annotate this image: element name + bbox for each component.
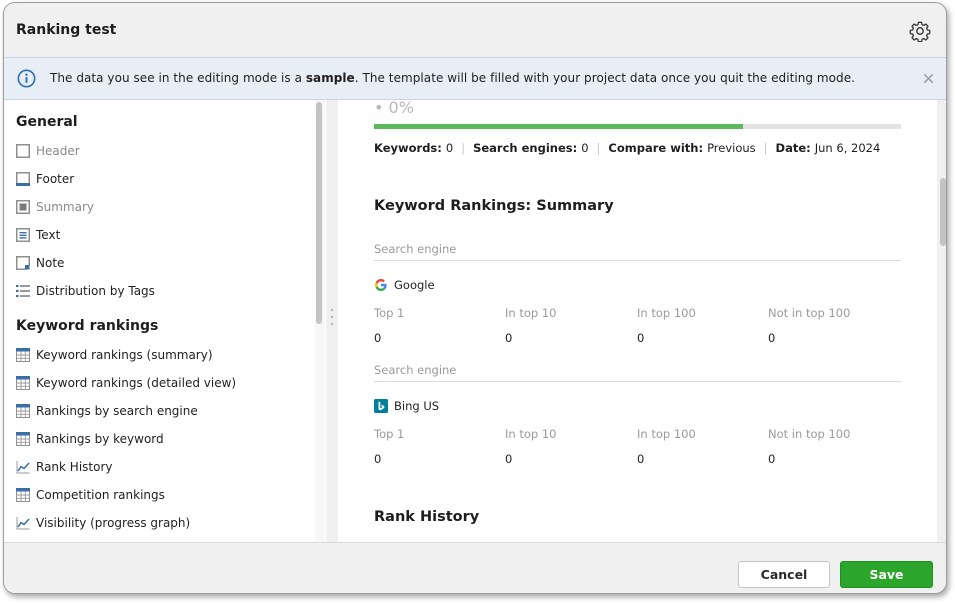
dialog-footer: Cancel Save: [4, 542, 946, 593]
report-meta: Keywords: 0 | Search engines: 0 | Compare …: [374, 141, 881, 155]
cell-value: 0: [768, 452, 776, 466]
rank-history-section-title: Rank History: [374, 509, 480, 525]
bing-logo-icon: [374, 399, 388, 413]
sidebar-item-label: Competition rankings: [36, 488, 165, 502]
line-chart-icon: [16, 517, 30, 530]
preview-content: • 0% Keywords: 0 | Search engines: 0 | Com…: [338, 100, 937, 542]
close-icon[interactable]: [920, 70, 937, 87]
dialog-window: Ranking test The data you see in the edi…: [3, 2, 947, 594]
note-icon: [16, 256, 30, 270]
save-button[interactable]: Save: [840, 561, 933, 588]
content-scrollbar-thumb[interactable]: [940, 178, 946, 246]
header-box-icon: [16, 144, 30, 158]
content-scrollbar-track[interactable]: [937, 100, 946, 542]
progress-bar-fill: [374, 124, 743, 129]
cell-value: 0: [505, 331, 513, 345]
gear-icon[interactable]: [909, 20, 931, 42]
sidebar-item-rankings-by-search-engine[interactable]: Rankings by search engine: [16, 401, 311, 421]
table-icon: [16, 348, 30, 362]
column-header: Not in top 100: [768, 427, 851, 441]
column-header: In top 100: [637, 427, 696, 441]
engine-bing: Bing US: [374, 399, 439, 413]
table-icon: [16, 404, 30, 418]
column-header: In top 10: [505, 427, 557, 441]
sidebar-item-label: Rankings by search engine: [36, 404, 198, 418]
sidebar-item-rankings-by-keyword[interactable]: Rankings by keyword: [16, 429, 311, 449]
cell-value: 0: [768, 331, 776, 345]
sidebar-item-keyword-rankings-detailed[interactable]: Keyword rankings (detailed view): [16, 373, 311, 393]
progress-percent: • 0%: [374, 100, 414, 117]
banner-message: The data you see in the editing mode is …: [50, 71, 856, 85]
footer-box-icon: [16, 172, 30, 186]
sidebar-item-label: Summary: [36, 200, 94, 214]
column-header: In top 10: [505, 306, 557, 320]
table-icon: [16, 432, 30, 446]
title-bar: Ranking test: [4, 3, 946, 57]
search-engine-header: Search engine: [374, 242, 457, 256]
engine-google: Google: [374, 278, 435, 292]
sidebar-item-label: Rankings by keyword: [36, 432, 164, 446]
cancel-button[interactable]: Cancel: [738, 561, 830, 588]
cell-value: 0: [637, 452, 645, 466]
sidebar-item-keyword-rankings-summary[interactable]: Keyword rankings (summary): [16, 345, 311, 365]
info-banner: The data you see in the editing mode is …: [4, 57, 946, 100]
column-header: Top 1: [374, 427, 405, 441]
sidebar-item-label: Header: [36, 144, 80, 158]
sidebar-item-note[interactable]: Note: [16, 253, 311, 273]
sidebar-item-label: Text: [36, 228, 61, 242]
section-title-keyword-rankings: Keyword rankings: [16, 318, 159, 334]
sidebar-item-label: Keyword rankings (summary): [36, 348, 213, 362]
sidebar-item-distribution-by-tags[interactable]: Distribution by Tags: [16, 281, 311, 301]
sidebar-item-rank-history[interactable]: Rank History: [16, 457, 311, 477]
section-title-general: General: [16, 114, 78, 130]
cell-value: 0: [374, 452, 382, 466]
info-icon: [17, 69, 36, 88]
summary-box-icon: [16, 200, 30, 214]
sidebar-item-text[interactable]: Text: [16, 225, 311, 245]
divider-line: [374, 260, 901, 261]
sidebar-scrollbar-thumb[interactable]: [316, 102, 322, 324]
sidebar-item-label: Footer: [36, 172, 75, 186]
google-logo-icon: [375, 279, 387, 291]
cell-value: 0: [505, 452, 513, 466]
text-box-icon: [16, 228, 30, 242]
sidebar-item-footer[interactable]: Footer: [16, 169, 311, 189]
sidebar-item-label: Distribution by Tags: [36, 284, 155, 298]
summary-section-title: Keyword Rankings: Summary: [374, 198, 614, 214]
sidebar-panel: General Header Footer Summary Text Note …: [4, 100, 326, 542]
cell-value: 0: [637, 331, 645, 345]
sidebar-item-label: Note: [36, 256, 65, 270]
column-header: Not in top 100: [768, 306, 851, 320]
list-icon: [16, 285, 30, 297]
table-icon: [16, 488, 30, 502]
cell-value: 0: [374, 331, 382, 345]
sidebar-item-visibility-progress-graph[interactable]: Visibility (progress graph): [16, 513, 311, 533]
sidebar-item-label: Rank History: [36, 460, 113, 474]
engine-name: Bing US: [394, 399, 440, 413]
engine-name: Google: [394, 278, 435, 292]
line-chart-icon: [16, 461, 30, 474]
sidebar-item-header[interactable]: Header: [16, 141, 311, 161]
dialog-title: Ranking test: [16, 22, 117, 38]
search-engine-header: Search engine: [374, 363, 457, 377]
sidebar-item-label: Keyword rankings (detailed view): [36, 376, 237, 390]
divider-line: [374, 381, 901, 382]
table-icon: [16, 376, 30, 390]
progress-bar: [374, 124, 901, 129]
sidebar-item-summary[interactable]: Summary: [16, 197, 311, 217]
resize-grip-icon[interactable]: [330, 308, 334, 326]
column-header: In top 100: [637, 306, 696, 320]
sidebar-item-label: Visibility (progress graph): [36, 516, 191, 530]
sidebar-item-competition-rankings[interactable]: Competition rankings: [16, 485, 311, 505]
column-header: Top 1: [374, 306, 405, 320]
